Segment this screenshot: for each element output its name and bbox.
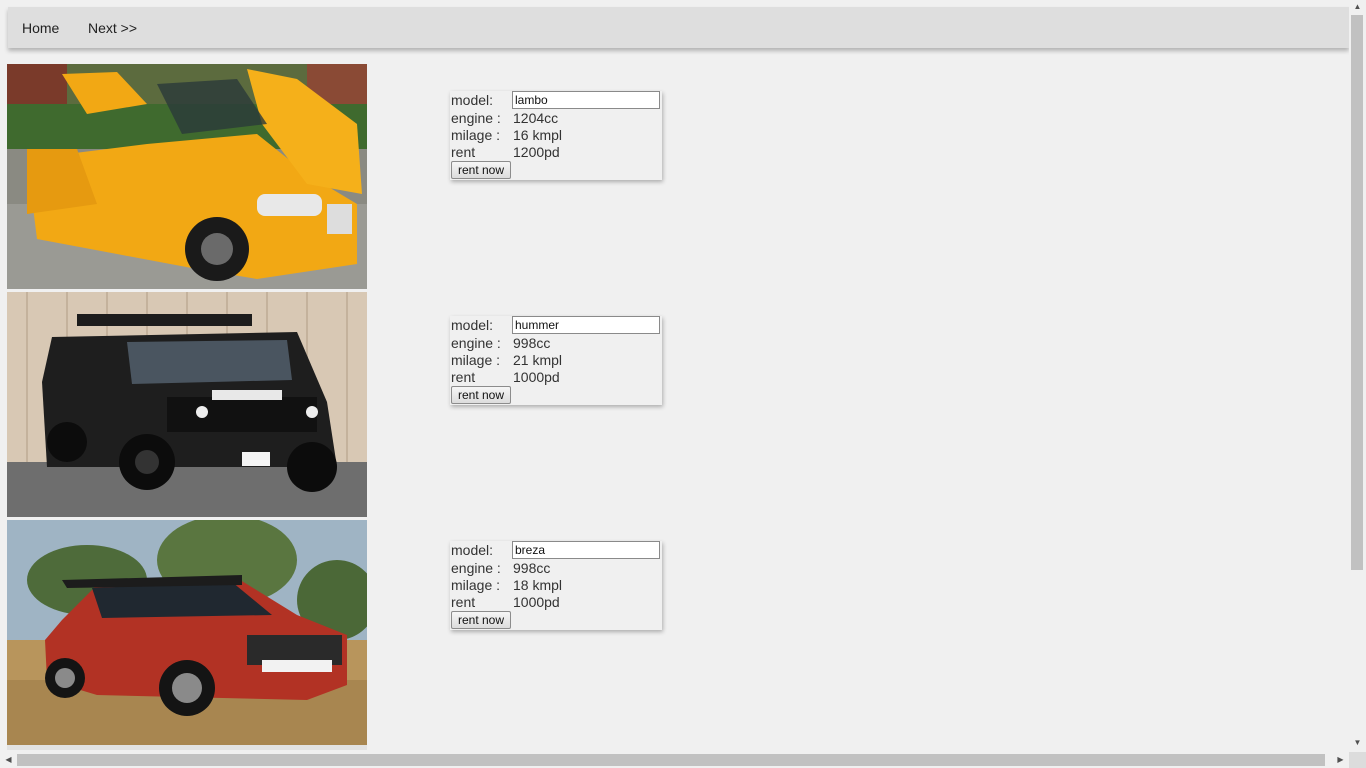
rent-now-button[interactable]: rent now bbox=[451, 386, 511, 404]
vertical-scrollbar[interactable]: ▲ ▼ bbox=[1349, 0, 1366, 752]
car-photo-lambo bbox=[7, 64, 367, 289]
engine-value: 1204cc bbox=[513, 110, 559, 126]
model-input[interactable] bbox=[512, 91, 660, 109]
milage-value: 18 kmpl bbox=[513, 577, 563, 593]
engine-label: engine : bbox=[451, 110, 501, 126]
car-info-card-hummer: model: engine : 998cc milage : 21 kmpl r… bbox=[450, 316, 662, 405]
milage-value: 16 kmpl bbox=[513, 127, 563, 143]
engine-value: 998cc bbox=[513, 560, 551, 576]
milage-label: milage : bbox=[451, 352, 501, 368]
next-link[interactable]: Next >> bbox=[88, 20, 137, 36]
rent-label: rent bbox=[451, 594, 476, 610]
scroll-up-arrow-icon[interactable]: ▲ bbox=[1349, 0, 1366, 14]
scroll-left-arrow-icon[interactable]: ◀ bbox=[0, 752, 17, 768]
rent-now-button[interactable]: rent now bbox=[451, 611, 511, 629]
engine-value: 998cc bbox=[513, 335, 551, 351]
model-label: model: bbox=[451, 92, 494, 108]
rent-value: 1000pd bbox=[513, 594, 560, 610]
milage-label: milage : bbox=[451, 577, 501, 593]
rent-value: 1000pd bbox=[513, 369, 560, 385]
top-navigation-bar: Home Next >> bbox=[8, 7, 1349, 48]
car-photo-hummer bbox=[7, 292, 367, 517]
horizontal-scroll-thumb[interactable] bbox=[17, 754, 1325, 766]
car-info-card-lambo: model: engine : 1204cc milage : 16 kmpl … bbox=[450, 91, 662, 180]
scroll-right-arrow-icon[interactable]: ▶ bbox=[1332, 752, 1349, 768]
vertical-scroll-thumb[interactable] bbox=[1351, 15, 1363, 570]
model-input[interactable] bbox=[512, 541, 660, 559]
model-label: model: bbox=[451, 542, 494, 558]
rent-label: rent bbox=[451, 144, 476, 160]
red-compact-suv-image bbox=[7, 520, 367, 745]
milage-label: milage : bbox=[451, 127, 501, 143]
model-input[interactable] bbox=[512, 316, 660, 334]
scroll-down-arrow-icon[interactable]: ▼ bbox=[1349, 736, 1366, 750]
yellow-convertible-image bbox=[7, 64, 367, 289]
car-info-card-breza: model: engine : 998cc milage : 18 kmpl r… bbox=[450, 541, 662, 630]
model-label: model: bbox=[451, 317, 494, 333]
photo-divider bbox=[7, 745, 367, 750]
horizontal-scrollbar[interactable]: ◀ ▶ bbox=[0, 752, 1349, 768]
rent-value: 1200pd bbox=[513, 144, 560, 160]
engine-label: engine : bbox=[451, 335, 501, 351]
page: Home Next >> model: lambo engine: 1204c… bbox=[0, 0, 1366, 768]
home-link[interactable]: Home bbox=[22, 20, 59, 36]
car-photo-breza bbox=[7, 520, 367, 745]
milage-value: 21 kmpl bbox=[513, 352, 563, 368]
scrollbar-corner bbox=[1349, 752, 1366, 768]
rent-label: rent bbox=[451, 369, 476, 385]
engine-label: engine : bbox=[451, 560, 501, 576]
rent-now-button[interactable]: rent now bbox=[451, 161, 511, 179]
black-suv-image bbox=[7, 292, 367, 517]
